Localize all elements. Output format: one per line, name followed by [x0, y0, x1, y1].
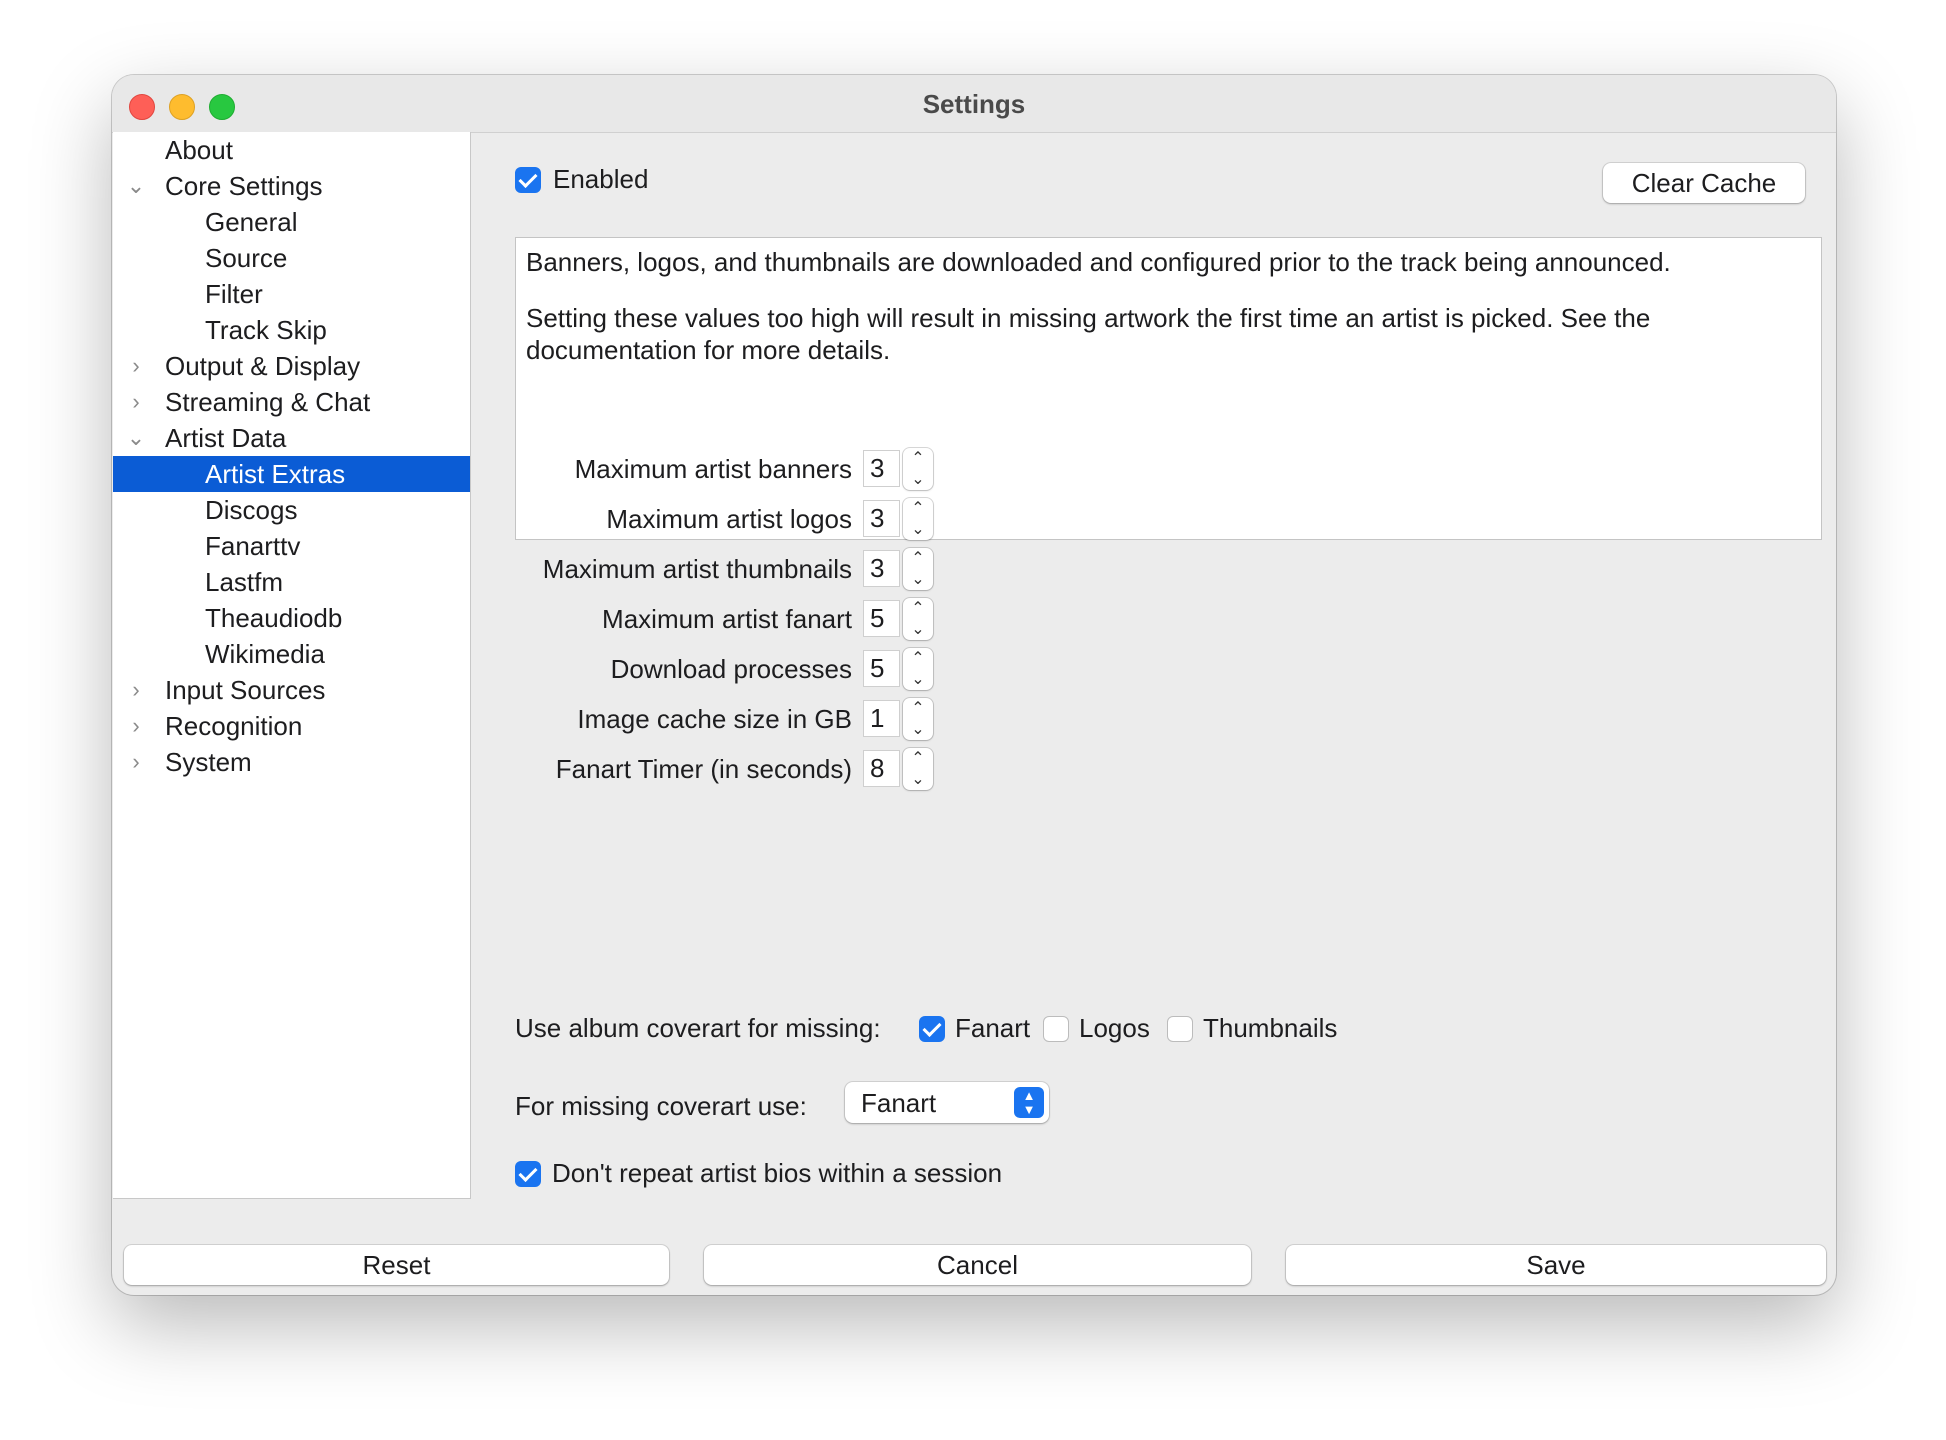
- maximum-artist-thumbnails-label: Maximum artist thumbnails: [542, 554, 852, 584]
- maximum-artist-thumbnails-input[interactable]: 3: [863, 550, 900, 587]
- enabled-label: Enabled: [553, 164, 649, 194]
- maximum-artist-banners-label: Maximum artist banners: [574, 454, 852, 484]
- clear-cache-button[interactable]: Clear Cache: [1603, 163, 1805, 203]
- fanart-timer-in-seconds-label: Fanart Timer (in seconds): [555, 754, 852, 784]
- chevron-right-icon[interactable]: ›: [123, 708, 149, 744]
- window-title: Settings: [922, 89, 1026, 119]
- image-cache-size-in-gb-stepper[interactable]: ⌃ ⌄: [903, 698, 933, 740]
- stepper-up-icon[interactable]: ⌃: [903, 698, 933, 719]
- sidebar-item-label: Artist Data: [165, 423, 287, 453]
- coverart-thumbnails-checkbox[interactable]: [1167, 1016, 1193, 1042]
- stepper-down-icon[interactable]: ⌄: [903, 519, 933, 540]
- description-paragraph-1: Banners, logos, and thumbnails are downl…: [526, 247, 1671, 277]
- missing-coverart-value: Fanart: [861, 1088, 937, 1118]
- title-bar: Settings: [112, 75, 1836, 133]
- save-button[interactable]: Save: [1286, 1245, 1826, 1285]
- chevron-right-icon[interactable]: ›: [123, 672, 149, 708]
- download-processes-input[interactable]: 5: [863, 650, 900, 687]
- chevron-right-icon[interactable]: ›: [123, 384, 149, 420]
- reset-button[interactable]: Reset: [124, 1245, 669, 1285]
- description-text: Banners, logos, and thumbnails are downl…: [515, 237, 1822, 540]
- stepper-up-icon[interactable]: ⌃: [903, 548, 933, 569]
- stepper-down-icon[interactable]: ⌄: [903, 569, 933, 590]
- fanart-timer-in-seconds-stepper[interactable]: ⌃ ⌄: [903, 748, 933, 790]
- coverart-fanart-label: Fanart: [955, 1013, 1031, 1043]
- stepper-down-icon[interactable]: ⌄: [903, 469, 933, 490]
- maximum-artist-fanart-stepper[interactable]: ⌃ ⌄: [903, 598, 933, 640]
- sidebar-item-label: General: [205, 207, 298, 237]
- fanart-timer-in-seconds-input[interactable]: 8: [863, 750, 900, 787]
- maximum-artist-fanart-label: Maximum artist fanart: [602, 604, 852, 634]
- sidebar-item-core-settings[interactable]: ⌄ Core Settings: [113, 168, 470, 204]
- sidebar-item-label: Track Skip: [205, 315, 327, 345]
- chevron-right-icon[interactable]: ›: [123, 348, 149, 384]
- stepper-up-icon[interactable]: ⌃: [903, 498, 933, 519]
- sidebar-item-label: About: [165, 135, 233, 165]
- stepper-up-icon[interactable]: ⌃: [903, 598, 933, 619]
- enabled-checkbox[interactable]: [515, 167, 541, 193]
- maximum-artist-logos-input[interactable]: 3: [863, 500, 900, 537]
- maximum-artist-fanart-input[interactable]: 5: [863, 600, 900, 637]
- coverart-logos-checkbox[interactable]: [1043, 1016, 1069, 1042]
- dont-repeat-label: Don't repeat artist bios within a sessio…: [552, 1158, 1003, 1188]
- download-processes-stepper[interactable]: ⌃ ⌄: [903, 648, 933, 690]
- maximum-artist-thumbnails-stepper[interactable]: ⌃ ⌄: [903, 548, 933, 590]
- stepper-down-icon[interactable]: ⌄: [903, 619, 933, 640]
- sidebar-item-source[interactable]: Source: [113, 240, 470, 276]
- sidebar-item-about[interactable]: About: [113, 132, 470, 168]
- sidebar-item-label: Filter: [205, 279, 263, 309]
- maximum-artist-banners-input[interactable]: 3: [863, 450, 900, 487]
- sidebar-item-label: Output & Display: [165, 351, 361, 381]
- sidebar-item-output-display[interactable]: › Output & Display: [113, 348, 470, 384]
- coverart-fanart-checkbox[interactable]: [919, 1016, 945, 1042]
- chevron-down-icon[interactable]: ⌄: [123, 168, 149, 204]
- stepper-up-icon[interactable]: ⌃: [903, 448, 933, 469]
- sidebar-item-label: Lastfm: [205, 567, 284, 597]
- sidebar-item-label: System: [165, 747, 252, 777]
- stepper-up-icon[interactable]: ⌃: [903, 648, 933, 669]
- sidebar-item-streaming-chat[interactable]: › Streaming & Chat: [113, 384, 470, 420]
- description-paragraph-2: Setting these values too high will resul…: [526, 303, 1651, 365]
- chevron-down-icon[interactable]: ⌄: [123, 420, 149, 456]
- stepper-down-icon[interactable]: ⌄: [903, 719, 933, 740]
- sidebar-item-track-skip[interactable]: Track Skip: [113, 312, 470, 348]
- sidebar-item-artist-data[interactable]: ⌄ Artist Data: [113, 420, 470, 456]
- cancel-button[interactable]: Cancel: [704, 1245, 1251, 1285]
- select-chevron-icon: ▲ ▼: [1014, 1087, 1044, 1118]
- sidebar-item-label: Source: [205, 243, 288, 273]
- coverart-logos-label: Logos: [1079, 1013, 1150, 1043]
- stepper-down-icon[interactable]: ⌄: [903, 669, 933, 690]
- download-processes-label: Download processes: [610, 654, 852, 684]
- stepper-down-icon[interactable]: ⌄: [903, 769, 933, 790]
- image-cache-size-in-gb-label: Image cache size in GB: [577, 704, 852, 734]
- sidebar-item-general[interactable]: General: [113, 204, 470, 240]
- coverart-missing-label: Use album coverart for missing:: [515, 1013, 881, 1043]
- chevron-right-icon[interactable]: ›: [123, 744, 149, 780]
- missing-coverart-select[interactable]: Fanart ▲ ▼: [845, 1082, 1049, 1123]
- sidebar-item-label: Core Settings: [165, 171, 323, 201]
- sidebar-item-label: Streaming & Chat: [165, 387, 371, 417]
- coverart-thumbnails-label: Thumbnails: [1203, 1013, 1338, 1043]
- settings-window: Settings About ⌄ Core Settings General Sourc…: [112, 75, 1836, 1295]
- maximum-artist-banners-stepper[interactable]: ⌃ ⌄: [903, 448, 933, 490]
- dont-repeat-checkbox[interactable]: [515, 1161, 541, 1187]
- image-cache-size-in-gb-input[interactable]: 1: [863, 700, 900, 737]
- stepper-up-icon[interactable]: ⌃: [903, 748, 933, 769]
- sidebar-item-filter[interactable]: Filter: [113, 276, 470, 312]
- maximum-artist-logos-stepper[interactable]: ⌃ ⌄: [903, 498, 933, 540]
- maximum-artist-logos-label: Maximum artist logos: [606, 504, 852, 534]
- missing-coverart-label: For missing coverart use:: [515, 1091, 807, 1121]
